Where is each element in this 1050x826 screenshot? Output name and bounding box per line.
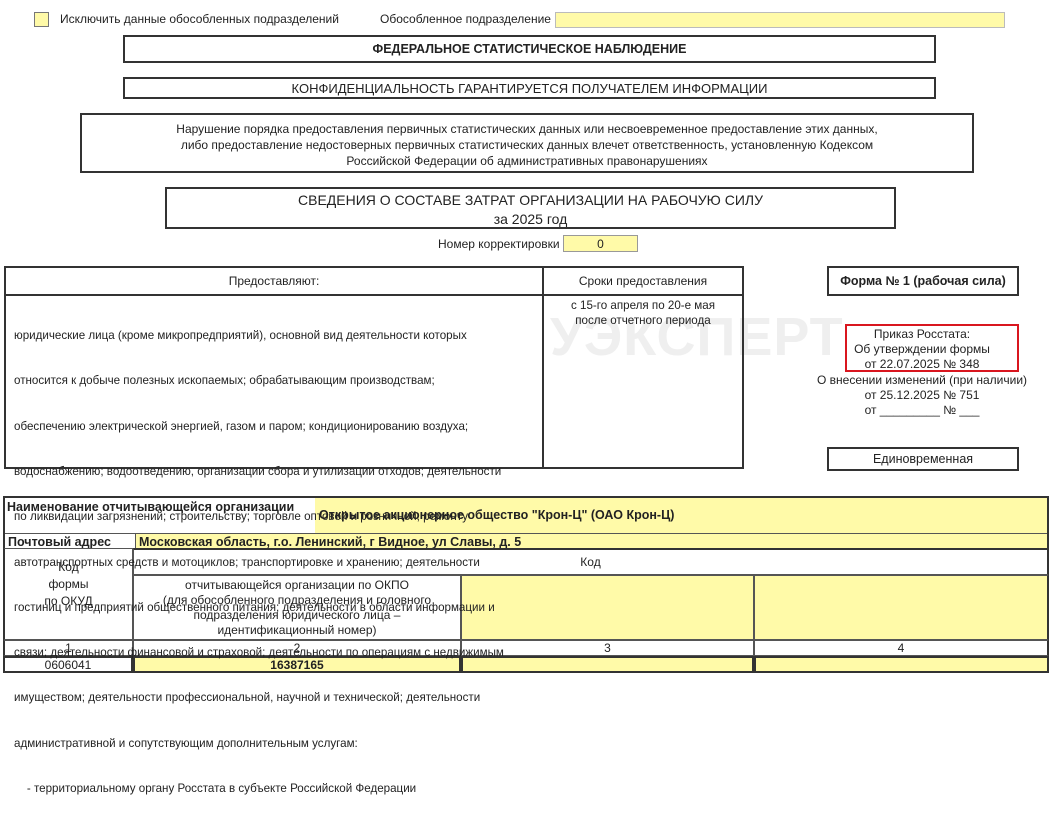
submitters-line: связи; деятельности финансовой и страхов… [14, 646, 504, 660]
deadline-line: с 15-го апреля по 20-е мая [571, 299, 715, 312]
col4-value[interactable] [754, 656, 1049, 673]
submitters-line: автотранспортных средств и мотоциклов; т… [14, 555, 480, 569]
order-line: от 22.07.2025 № 348 [864, 357, 980, 372]
change-line: от 25.12.2025 № 751 [864, 387, 980, 402]
one-time-badge: Единовременная [827, 447, 1019, 471]
federal-observation-title: ФЕДЕРАЛЬНОЕ СТАТИСТИЧЕСКОЕ НАБЛЮДЕНИЕ [123, 35, 936, 63]
confidentiality-note: КОНФИДЕНЦИАЛЬНОСТЬ ГАРАНТИРУЕТСЯ ПОЛУЧАТ… [123, 77, 936, 99]
submitters-header: Предоставляют: [6, 268, 544, 296]
change-line: от _________ № ___ [864, 403, 980, 418]
col-number-4: 4 [754, 640, 1049, 656]
deadlines-text: с 15-го апреля по 20-е мая после отчетно… [544, 296, 742, 328]
order-line: Приказ Росстата: [873, 327, 971, 341]
submit-table: Предоставляют: Сроки предоставления юрид… [4, 266, 744, 795]
correction-number-input[interactable]: 0 [563, 235, 638, 252]
order-info: Приказ Росстата: Об утверждении формы от… [802, 327, 1042, 418]
order-line: Об утверждении формы [854, 342, 990, 357]
submitters-line: - территориальному органу Росстата в суб… [14, 782, 417, 795]
warning-line: Нарушение порядка предоставления первичн… [176, 122, 878, 136]
report-year: за 2025 год [493, 211, 568, 227]
correction-label: Номер корректировки [438, 237, 560, 251]
submitters-line: гостиниц и предприятий общественного пит… [14, 600, 495, 614]
violation-warning: Нарушение порядка предоставления первичн… [80, 113, 974, 173]
deadlines-header: Сроки предоставления [544, 268, 742, 296]
report-title: СВЕДЕНИЯ О СОСТАВЕ ЗАТРАТ ОРГАНИЗАЦИИ НА… [298, 192, 763, 208]
submitters-line: по ликвидации загрязнений; строительству… [14, 510, 469, 524]
warning-line: либо предоставление недостоверных первич… [180, 138, 874, 152]
col4-header [754, 575, 1049, 640]
separate-unit-input[interactable] [555, 12, 1005, 28]
submitters-line: имуществом; деятельности профессионально… [14, 691, 481, 705]
submitters-line: обеспечению электрической энергией, газо… [14, 419, 469, 433]
submitters-line: водоснабжению; водоотведению, организаци… [14, 465, 502, 479]
submitters-line: относится к добыче полезных ископаемых; … [14, 374, 435, 388]
submitters-text: юридические лица (кроме микропредприятий… [6, 296, 544, 795]
submitters-line: административной и сопутствующим дополни… [14, 736, 358, 750]
deadline-line: после отчетного периода [575, 314, 711, 328]
exclude-checkbox[interactable] [34, 12, 49, 27]
warning-line: Российской Федерации об административных… [346, 154, 708, 168]
report-title-box: СВЕДЕНИЯ О СОСТАВЕ ЗАТРАТ ОРГАНИЗАЦИИ НА… [165, 187, 896, 229]
separate-unit-label: Обособленное подразделение [380, 12, 551, 26]
submitters-line: юридические лица (кроме микропредприятий… [14, 329, 467, 343]
change-line: О внесении изменений (при наличии) [816, 372, 1028, 387]
exclude-label: Исключить данные обособленных подразделе… [60, 12, 339, 26]
form-number: Форма № 1 (рабочая сила) [827, 266, 1019, 296]
